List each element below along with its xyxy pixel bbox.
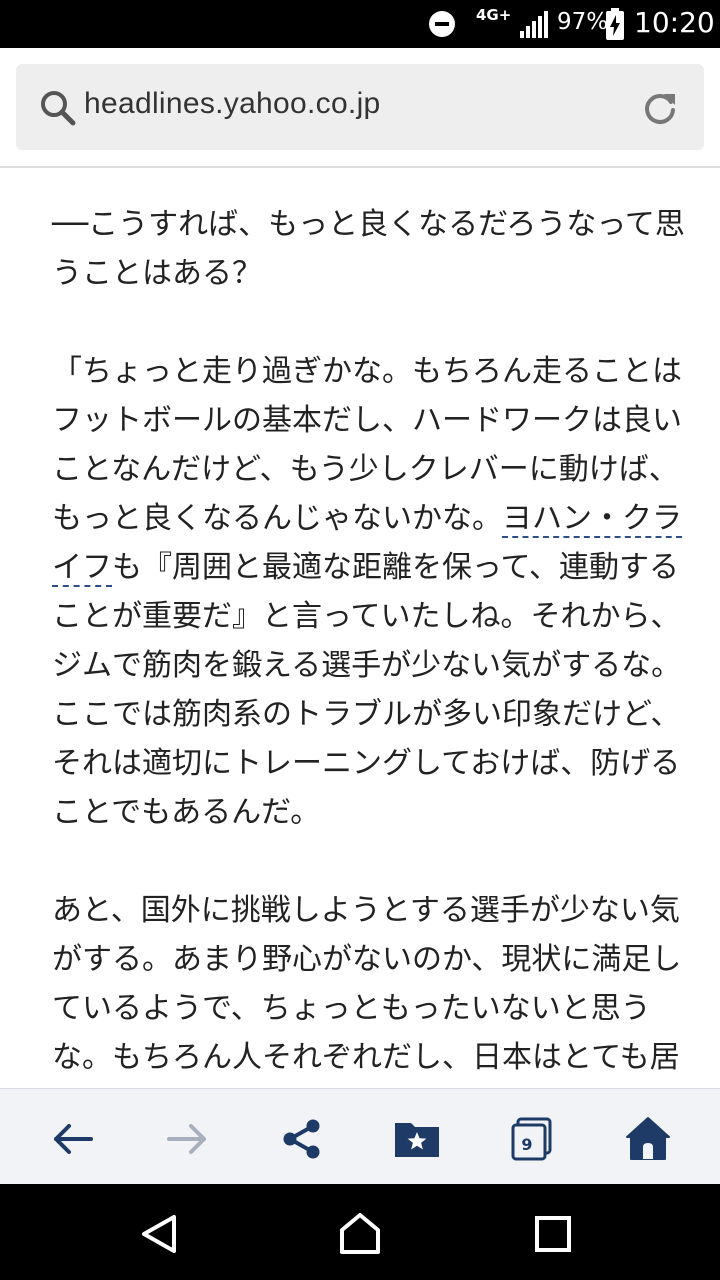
do-not-disturb-icon	[429, 11, 455, 37]
address-bar[interactable]: headlines.yahoo.co.jp	[16, 64, 704, 150]
url-text[interactable]: headlines.yahoo.co.jp	[84, 87, 381, 121]
nav-back-icon[interactable]	[138, 1212, 182, 1256]
bookmark-folder-icon[interactable]	[393, 1115, 441, 1163]
nav-home-icon[interactable]	[338, 1212, 382, 1256]
paragraph-text: も『周囲と最適な距離を保って、連動することが重要だ』と言っていたしね。それから、…	[52, 550, 682, 830]
status-bar: 4G+ 97% 10:20	[0, 0, 720, 48]
android-nav-bar	[0, 1184, 720, 1280]
back-arrow-icon[interactable]	[49, 1115, 97, 1163]
forward-arrow-icon[interactable]	[163, 1115, 211, 1163]
clock: 10:20	[634, 6, 715, 39]
article-body: ──こうすれば、もっと良くなるだろうなって思うことはある？ 「ちょっと走り過ぎか…	[22, 200, 698, 1090]
search-icon	[41, 91, 76, 126]
network-type: 4G+	[476, 6, 512, 24]
article-paragraph: ──こうすれば、もっと良くなるだろうなって思うことはある？	[52, 207, 685, 291]
signal-icon	[520, 11, 548, 38]
tabs-count: 9	[521, 1135, 533, 1154]
home-icon[interactable]	[624, 1115, 672, 1163]
browser-toolbar: 9	[0, 1088, 720, 1185]
address-bar-area: headlines.yahoo.co.jp	[0, 48, 720, 168]
battery-charging-icon	[606, 8, 624, 40]
nav-recents-icon[interactable]	[531, 1212, 575, 1256]
tabs-button[interactable]: 9	[508, 1115, 556, 1163]
battery-percent: 97%	[557, 9, 609, 35]
article-paragraph: あと、国外に挑戦しようとする選手が少ない気がする。あまり野心がないのか、現状に満…	[52, 893, 682, 1090]
article-paragraph: 「ちょっと走り過ぎかな。もちろん走ることはフットボールの基本だし、ハードワークは…	[22, 347, 698, 837]
share-icon[interactable]	[278, 1115, 326, 1163]
reload-icon[interactable]	[640, 88, 680, 128]
